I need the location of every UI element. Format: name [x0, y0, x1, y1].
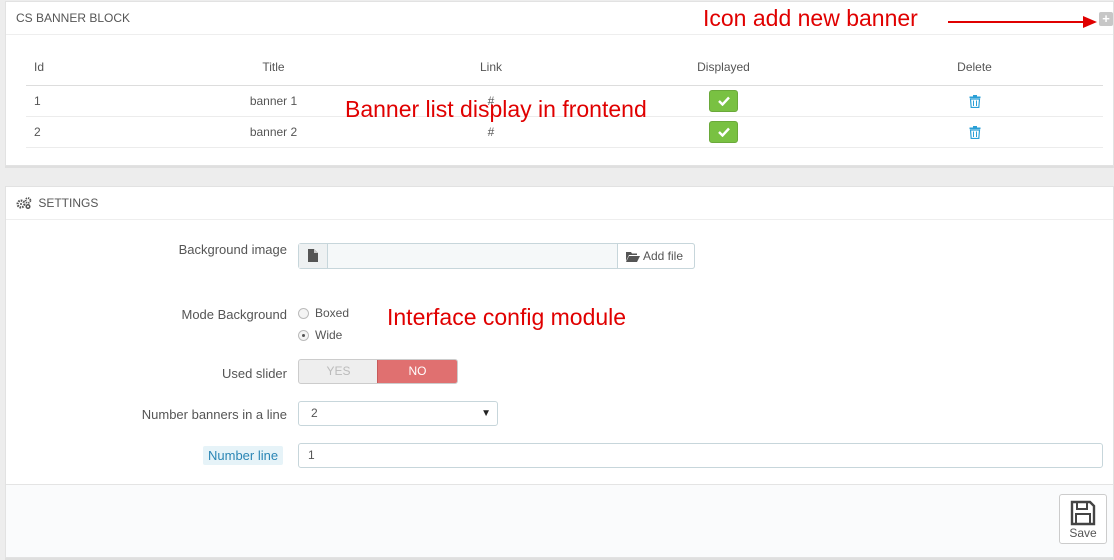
table-header-row: Id Title Link Displayed Delete: [26, 50, 1103, 86]
displayed-toggle-button[interactable]: [709, 89, 738, 112]
banner-block-title: CS BANNER BLOCK: [16, 11, 131, 25]
background-image-label: Background image: [178, 242, 287, 257]
banner-block-header: CS BANNER BLOCK +: [6, 2, 1113, 35]
column-header: Link: [381, 50, 601, 86]
folder-open-icon: [626, 252, 640, 262]
radio-wide[interactable]: Wide: [298, 328, 342, 342]
select-value: 2: [311, 406, 318, 420]
save-button[interactable]: Save: [1059, 494, 1107, 544]
radio-circle: [298, 330, 309, 341]
radio-boxed[interactable]: Boxed: [298, 306, 349, 320]
delete-button[interactable]: [846, 116, 1103, 148]
mode-background-label: Mode Background: [181, 307, 287, 322]
radio-circle: [298, 308, 309, 319]
row-id: 2: [26, 116, 166, 148]
add-file-button[interactable]: Add file: [617, 243, 695, 269]
file-icon: [299, 244, 328, 268]
floppy-disk-icon: [1070, 500, 1096, 526]
input-value: 1: [308, 448, 315, 462]
delete-button[interactable]: [846, 85, 1103, 117]
background-image-field[interactable]: Add file: [298, 243, 695, 269]
radio-label: Wide: [315, 328, 343, 342]
settings-panel: SETTINGS Background image Add file Mode …: [5, 186, 1114, 558]
annotation-config: Interface config module: [387, 304, 627, 330]
check-icon: [717, 96, 730, 106]
row-id: 1: [26, 85, 166, 117]
annotation-banner-list: Banner list display in frontend: [345, 96, 647, 122]
number-line-input[interactable]: 1: [298, 443, 1103, 468]
column-header: Title: [166, 50, 381, 86]
panel-footer: Save: [6, 484, 1113, 557]
caret-down-icon: ▼: [481, 408, 491, 419]
gears-icon: [16, 197, 32, 209]
banner-block-panel: CS BANNER BLOCK + Id Title Link Displaye…: [5, 1, 1114, 166]
add-banner-button[interactable]: +: [1099, 12, 1113, 26]
radio-label: Boxed: [315, 306, 350, 320]
number-banners-select[interactable]: 2 ▼: [298, 401, 498, 426]
column-header: Displayed: [601, 50, 846, 86]
switch-yes-option[interactable]: YES: [299, 360, 378, 383]
column-header: Id: [26, 50, 166, 86]
add-file-label: Add file: [643, 249, 684, 263]
switch-no-option[interactable]: NO: [377, 360, 457, 383]
number-banners-label: Number banners in a line: [141, 407, 287, 422]
settings-header: SETTINGS: [6, 187, 1113, 220]
annotation-arrow-icon: [948, 16, 1097, 28]
plus-icon: +: [1102, 11, 1110, 26]
trash-icon: [969, 125, 980, 139]
displayed-toggle-button[interactable]: [709, 120, 738, 143]
used-slider-switch[interactable]: YES NO: [298, 359, 458, 384]
number-line-label: Number line: [203, 446, 284, 465]
settings-title: SETTINGS: [38, 196, 99, 210]
used-slider-label: Used slider: [221, 366, 287, 381]
column-header: Delete: [846, 50, 1103, 86]
save-label: Save: [1069, 526, 1097, 540]
annotation-add-banner: Icon add new banner: [703, 5, 918, 31]
trash-icon: [969, 94, 980, 108]
check-icon: [717, 127, 730, 137]
